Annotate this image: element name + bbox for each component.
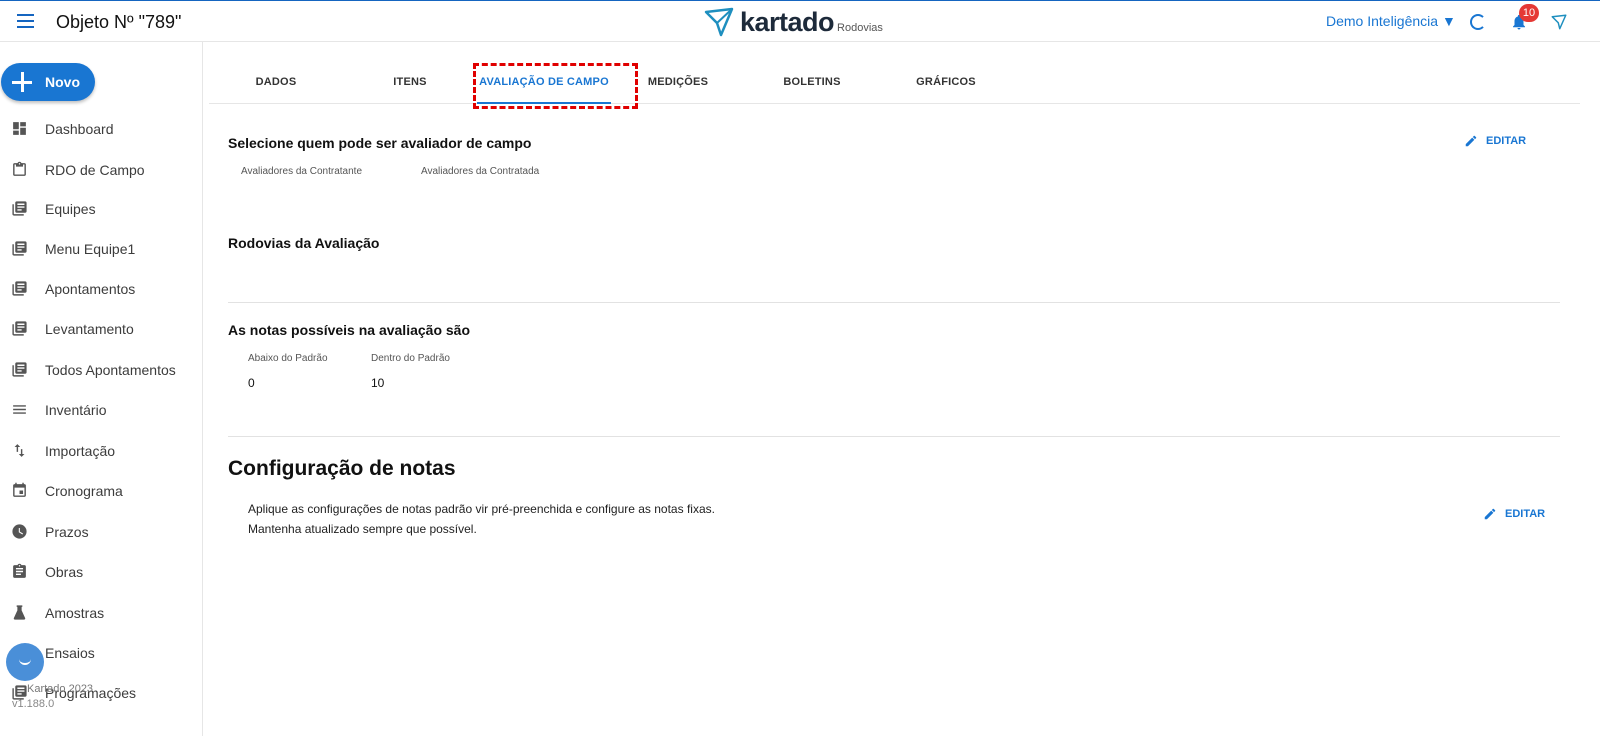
dashboard-icon	[13, 122, 26, 135]
within-standard-label: Dentro do Padrão	[371, 353, 450, 364]
grades-title: As notas possíveis na avaliação são	[228, 322, 471, 338]
new-button-label: Novo	[45, 74, 80, 90]
loading-spinner-icon	[1470, 14, 1486, 30]
top-bar: Objeto Nº "789" kartado Rodovias Demo In…	[0, 0, 1600, 42]
library-icon	[12, 241, 27, 256]
sidebar-item-prazos[interactable]: Prazos	[0, 517, 202, 547]
contracted-evaluators-label[interactable]: Avaliadores da Contratada	[421, 166, 539, 177]
calendar-icon	[13, 482, 26, 497]
divider	[228, 436, 1560, 437]
sidebar-item-label: Importação	[45, 443, 116, 459]
below-standard-value: 0	[248, 376, 255, 390]
tab-dados[interactable]: DADOS	[209, 62, 343, 104]
sidebar-item-apontamentos[interactable]: Apontamentos	[0, 274, 202, 304]
assignment-icon	[13, 563, 26, 578]
sidebar-item-dashboard[interactable]: Dashboard	[0, 114, 202, 144]
edit-label: EDITAR	[1505, 508, 1546, 520]
footer-copyright: Kartado 2023	[27, 683, 94, 695]
pencil-icon	[1465, 135, 1477, 147]
menu-icon[interactable]	[17, 14, 34, 28]
import-export-icon	[14, 444, 25, 457]
highways-title: Rodovias da Avaliação	[228, 235, 380, 251]
library-icon	[12, 201, 27, 216]
sidebar-item-label: Cronograma	[45, 483, 123, 499]
notification-badge: 10	[1519, 4, 1539, 22]
tab-boletins[interactable]: BOLETINS	[745, 62, 879, 104]
sidebar-item-rdo-de-campo[interactable]: RDO de Campo	[0, 155, 202, 185]
app-version: v1.188.0	[12, 698, 55, 710]
grade-config-description-line2: Mantenha atualizado sempre que possível.	[248, 522, 477, 536]
pencil-icon	[1484, 508, 1496, 520]
new-button[interactable]: Novo	[1, 63, 95, 101]
logo-name: kartado	[740, 7, 835, 37]
sidebar-item-label: Amostras	[45, 605, 105, 621]
library-icon	[12, 321, 27, 336]
sidebar-item-menu-equipe1[interactable]: Menu Equipe1	[0, 234, 202, 264]
sidebar-item-todos-apontamentos[interactable]: Todos Apontamentos	[0, 355, 202, 385]
sidebar-item-label: Prazos	[45, 524, 89, 540]
edit-evaluators-button[interactable]: EDITAR	[1464, 134, 1526, 148]
divider	[228, 302, 1560, 303]
sidebar-item-label: Ensaios	[45, 645, 95, 661]
sidebar-item-label: Inventário	[45, 402, 107, 418]
sidebar-item-label: Todos Apontamentos	[45, 362, 176, 378]
sidebar-item-amostras[interactable]: Amostras	[0, 598, 202, 628]
sidebar-item-label: RDO de Campo	[45, 162, 145, 178]
sidebar-item-label: Obras	[45, 564, 84, 580]
sidebar-item-cronograma[interactable]: Cronograma	[0, 476, 202, 506]
tab-avaliacao-de-campo[interactable]: AVALIAÇÃO DE CAMPO	[477, 62, 611, 104]
sidebar-item-label: Equipes	[45, 201, 96, 217]
grade-config-description-line1: Aplique as configurações de notas padrão…	[248, 502, 715, 516]
edit-grade-config-button[interactable]: EDITAR	[1483, 507, 1545, 521]
page-title: Objeto Nº "789"	[56, 12, 182, 32]
evaluators-title: Selecione quem pode ser avaliador de cam…	[228, 135, 532, 151]
list-icon	[13, 405, 26, 414]
edit-label: EDITAR	[1486, 135, 1527, 147]
clock-icon	[12, 524, 27, 539]
chat-icon[interactable]	[6, 643, 44, 681]
contractor-evaluators-label[interactable]: Avaliadores da Contratante	[241, 166, 362, 177]
flask-icon	[13, 605, 26, 620]
kartado-logo-icon	[704, 7, 734, 37]
plus-icon	[12, 72, 32, 92]
sidebar-item-inventario[interactable]: Inventário	[0, 395, 202, 425]
send-icon[interactable]	[1550, 13, 1568, 31]
sidebar-item-levantamento[interactable]: Levantamento	[0, 314, 202, 344]
tab-itens[interactable]: ITENS	[343, 62, 477, 104]
sidebar-item-equipes[interactable]: Equipes	[0, 194, 202, 224]
grade-config-title: Configuração de notas	[228, 457, 456, 480]
sidebar-item-label: Menu Equipe1	[45, 241, 136, 257]
logo: kartado Rodovias	[704, 7, 883, 37]
library-icon	[12, 281, 27, 296]
company-selector[interactable]: Demo Inteligência ▼	[1326, 13, 1456, 29]
tab-bar: DADOS ITENS AVALIAÇÃO DE CAMPO MEDIÇÕES …	[209, 62, 1580, 104]
sidebar: Novo Dashboard RDO de Campo Equipes Menu…	[0, 42, 203, 736]
tab-medicoes[interactable]: MEDIÇÕES	[611, 62, 745, 104]
sidebar-item-importacao[interactable]: Importação	[0, 436, 202, 466]
below-standard-label: Abaixo do Padrão	[248, 353, 328, 364]
logo-subtitle: Rodovias	[837, 22, 883, 34]
sidebar-item-label: Apontamentos	[45, 281, 136, 297]
sidebar-item-label: Dashboard	[45, 121, 114, 137]
library-icon	[12, 362, 27, 377]
clipboard-icon	[13, 161, 26, 176]
within-standard-value: 10	[371, 376, 385, 390]
tab-graficos[interactable]: GRÁFICOS	[879, 62, 1013, 104]
sidebar-item-label: Levantamento	[45, 321, 134, 337]
sidebar-item-obras[interactable]: Obras	[0, 557, 202, 587]
